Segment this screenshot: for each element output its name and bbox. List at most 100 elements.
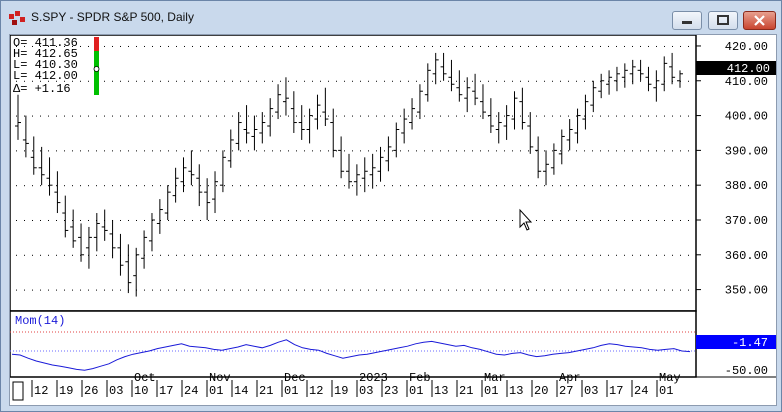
grid-dot (520, 185, 521, 187)
date-day-label: 24 (184, 384, 198, 398)
grid-dot (56, 185, 57, 187)
grid-dot (600, 289, 601, 291)
grid-dot (32, 150, 33, 152)
grid-dot (224, 80, 225, 82)
grid-dot (448, 185, 449, 187)
grid-dot (128, 80, 129, 82)
grid-dot (272, 185, 273, 187)
grid-dot (592, 289, 593, 291)
close-icon (754, 15, 765, 26)
grid-dot (200, 150, 201, 152)
grid-dot (576, 219, 577, 221)
grid-dot (80, 289, 81, 291)
grid-dot (48, 150, 49, 152)
grid-dot (464, 80, 465, 82)
grid-dot (648, 219, 649, 221)
scroll-handle[interactable] (12, 381, 24, 401)
grid-dot (400, 115, 401, 117)
grid-dot (32, 254, 33, 256)
maximize-button[interactable] (708, 11, 738, 30)
grid-dot (680, 254, 681, 256)
grid-dot (600, 185, 601, 187)
grid-dot (528, 115, 529, 117)
grid-dot (504, 185, 505, 187)
grid-dot (688, 185, 689, 187)
date-day-label: 03 (584, 384, 598, 398)
grid-dot (536, 185, 537, 187)
grid-dot (488, 45, 489, 47)
grid-dot (424, 115, 425, 117)
grid-dot (504, 45, 505, 47)
grid-dot (264, 150, 265, 152)
grid-dot (320, 185, 321, 187)
grid-dot (448, 219, 449, 221)
grid-dot (304, 219, 305, 221)
price-chart[interactable]: 420.00 410.00 400.00 390.00 380.00 370.00 360.… (9, 34, 776, 405)
grid-dot (552, 219, 553, 221)
grid-dot (56, 115, 57, 117)
grid-dot (624, 150, 625, 152)
grid-dot (392, 150, 393, 152)
grid-dot (16, 254, 17, 256)
close-button[interactable] (743, 11, 776, 30)
grid-dot (232, 185, 233, 187)
grid-dot (240, 219, 241, 221)
grid-dot (472, 219, 473, 221)
grid-dot (496, 45, 497, 47)
grid-dot (408, 45, 409, 47)
grid-dot (400, 150, 401, 152)
date-day-label: 20 (534, 384, 548, 398)
price-tick-label: 410.00 (725, 75, 768, 89)
grid-dot (208, 45, 209, 47)
grid-dot (152, 115, 153, 117)
grid-dot (328, 115, 329, 117)
grid-dot (112, 289, 113, 291)
grid-dot (64, 150, 65, 152)
grid-dot (136, 115, 137, 117)
minimize-button[interactable] (672, 11, 702, 30)
grid-dot (680, 185, 681, 187)
grid-dot (96, 254, 97, 256)
chart-area[interactable]: 420.00 410.00 400.00 390.00 380.00 370.00 360.… (9, 34, 777, 406)
grid-dot (520, 150, 521, 152)
grid-dot (432, 254, 433, 256)
grid-dot (208, 80, 209, 82)
grid-dot (632, 45, 633, 47)
grid-dot (176, 80, 177, 82)
grid-dot (456, 150, 457, 152)
grid-dot (208, 185, 209, 187)
grid-dot (320, 150, 321, 152)
grid-dot (160, 80, 161, 82)
grid-dot (440, 219, 441, 221)
grid-dot (352, 45, 353, 47)
grid-dot (200, 219, 201, 221)
grid-dot (512, 115, 513, 117)
grid-dot (504, 219, 505, 221)
grid-dot (136, 150, 137, 152)
grid-dot (24, 289, 25, 291)
grid-dot (440, 185, 441, 187)
grid-dot (288, 219, 289, 221)
grid-dot (664, 289, 665, 291)
grid-dot (264, 289, 265, 291)
grid-dot (648, 115, 649, 117)
indicator-value-label: -1.47 (732, 336, 768, 350)
grid-dot (240, 115, 241, 117)
grid-dot (608, 219, 609, 221)
grid-dot (424, 150, 425, 152)
grid-dot (536, 45, 537, 47)
grid-dot (440, 289, 441, 291)
price-panel[interactable] (9, 34, 697, 312)
grid-dot (344, 115, 345, 117)
grid-dot (448, 150, 449, 152)
grid-dot (408, 185, 409, 187)
grid-dot (16, 289, 17, 291)
grid-dot (376, 219, 377, 221)
grid-dot (584, 115, 585, 117)
grid-dot (336, 45, 337, 47)
grid-dot (384, 115, 385, 117)
grid-dot (392, 254, 393, 256)
title-bar[interactable]: S.SPY - SPDR S&P 500, Daily (1, 1, 781, 33)
grid-dot (272, 45, 273, 47)
indicator-panel[interactable] (9, 310, 697, 378)
